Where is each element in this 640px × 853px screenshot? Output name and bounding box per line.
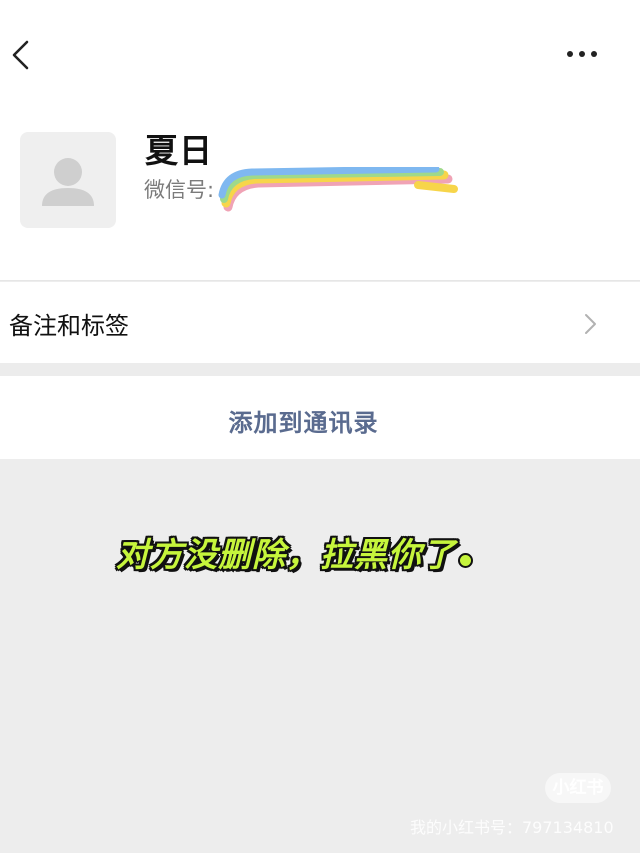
xiaohongshu-badge: 小红书 — [545, 773, 611, 803]
overlay-caption: 对方没删除，拉黑你了 — [116, 528, 471, 576]
remark-label: 备注和标签 — [9, 312, 129, 340]
overlay-caption-text: 对方没删除，拉黑你了 — [116, 535, 456, 574]
chevron-right-icon — [585, 314, 596, 334]
dot-icon — [460, 555, 471, 566]
watermark-text: 我的小红书号：797134810 — [410, 818, 614, 837]
wechat-id-label: 微信号: — [144, 178, 215, 202]
default-user-icon — [42, 158, 94, 206]
remark-and-tags-row[interactable]: 备注和标签 — [0, 282, 640, 363]
add-to-contacts-button[interactable]: 添加到通讯录 — [0, 376, 640, 459]
redaction-scribble — [218, 167, 458, 212]
section-divider — [0, 363, 640, 376]
profile-card: 夏日 微信号: — [0, 110, 640, 281]
contact-name: 夏日 — [145, 131, 213, 170]
more-icon[interactable] — [562, 40, 602, 68]
top-nav-bar — [0, 0, 640, 110]
back-icon[interactable] — [6, 38, 36, 72]
add-to-contacts-label: 添加到通讯录 — [228, 409, 379, 437]
avatar[interactable] — [20, 132, 116, 228]
